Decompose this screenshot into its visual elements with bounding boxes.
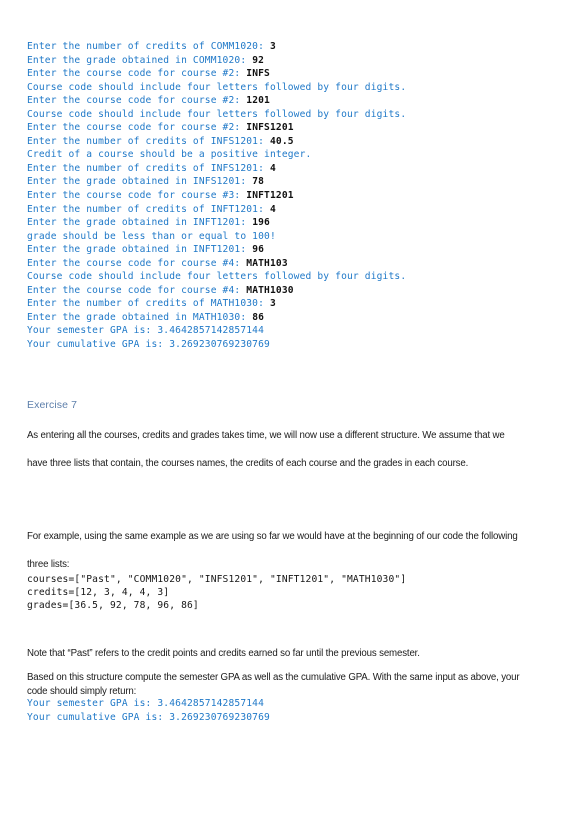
console-prompt-text: Your cumulative GPA is: 3.26923076923076… <box>27 339 270 351</box>
console-prompt-text: Course code should include four letters … <box>27 271 407 283</box>
console-prompt-text: Enter the number of credits of COMM1020: <box>27 41 270 52</box>
console-prompt-text: Your semester GPA is: 3.4642857142857144 <box>27 325 265 337</box>
console-user-input: 96 <box>252 244 265 256</box>
console-prompt-text: Enter the course code for course #3: <box>27 190 247 202</box>
console-user-input: 92 <box>252 54 265 66</box>
console-line: Enter the grade obtained in COMM1020: 92 <box>27 54 547 68</box>
console-user-input: 40.5 <box>269 135 294 147</box>
console-line: grade should be less than or equal to 10… <box>27 230 547 244</box>
console-user-input: 4 <box>269 203 276 215</box>
console-prompt-text: Enter the course code for course #4: <box>27 284 247 296</box>
console-line: Course code should include four letters … <box>27 81 547 95</box>
expected-output-line: Your cumulative GPA is: 3.26923076923076… <box>27 711 270 723</box>
console-user-input: 3 <box>269 41 276 52</box>
console-user-input: INFT1201 <box>246 190 294 202</box>
console-line: Enter the number of credits of INFS1201:… <box>27 162 547 176</box>
console-user-input: MATH1030 <box>246 284 294 296</box>
console-prompt-text: Enter the grade obtained in INFT1201: <box>27 217 253 229</box>
page-title: Exercise 7 <box>27 399 78 411</box>
console-user-input: 196 <box>252 217 270 229</box>
console-prompt-text: Course code should include four letters … <box>27 81 407 93</box>
console-line: Enter the number of credits of INFT1201:… <box>27 203 547 217</box>
console-line: Enter the grade obtained in INFT1201: 19… <box>27 216 547 230</box>
console-line: Enter the number of credits of INFS1201:… <box>27 135 547 149</box>
console-prompt-text: Enter the number of credits of INFS1201: <box>27 162 270 174</box>
exercise-note: Note that “Past” refers to the credit po… <box>27 647 420 659</box>
expected-output-block: Your semester GPA is: 3.4642857142857144… <box>27 697 547 724</box>
console-prompt-text: Enter the grade obtained in COMM1020: <box>27 54 253 66</box>
console-prompt-text: Enter the grade obtained in INFT1201: <box>27 244 253 256</box>
console-user-input: MATH103 <box>246 257 288 269</box>
console-line: Enter the grade obtained in MATH1030: 86 <box>27 311 547 325</box>
console-prompt-text: Enter the number of credits of INFT1201: <box>27 203 270 215</box>
console-line: Enter the course code for course #2: INF… <box>27 121 547 135</box>
source-code-block: courses=["Past", "COMM1020", "INFS1201",… <box>27 573 547 613</box>
console-line: Enter the number of credits of COMM1020:… <box>27 40 547 54</box>
console-line: Your cumulative GPA is: 3.26923076923076… <box>27 338 547 352</box>
console-line: Enter the course code for course #2: INF… <box>27 67 547 81</box>
console-user-input: 3 <box>269 298 276 310</box>
console-prompt-text: Enter the course code for course #2: <box>27 95 247 107</box>
console-transcript-block: Enter the number of credits of COMM1020:… <box>27 40 547 352</box>
console-user-input: 1201 <box>246 95 270 107</box>
console-user-input: 78 <box>252 176 265 188</box>
console-prompt-text: Enter the course code for course #4: <box>27 257 247 269</box>
console-line: Enter the course code for course #3: INF… <box>27 189 547 203</box>
exercise-paragraph-2: For example, using the same example as w… <box>27 530 518 570</box>
console-user-input: INFS1201 <box>246 122 294 134</box>
console-line: Course code should include four letters … <box>27 270 547 284</box>
console-prompt-text: Enter the course code for course #2: <box>27 122 247 134</box>
console-user-input: INFS <box>246 68 270 80</box>
console-prompt-text: Enter the course code for course #2: <box>27 68 247 80</box>
console-line: Credit of a course should be a positive … <box>27 148 547 162</box>
exercise-paragraph-1: As entering all the courses, credits and… <box>27 429 505 469</box>
console-line: Enter the course code for course #4: MAT… <box>27 284 547 298</box>
console-prompt-text: Course code should include four letters … <box>27 108 407 120</box>
console-line: Enter the grade obtained in INFT1201: 96 <box>27 243 547 257</box>
console-prompt-text: Enter the number of credits of MATH1030: <box>27 298 270 310</box>
code-line: courses=["Past", "COMM1020", "INFS1201",… <box>27 574 407 585</box>
document-page: Enter the number of credits of COMM1020:… <box>0 0 576 815</box>
console-line: Enter the course code for course #2: 120… <box>27 94 547 108</box>
console-prompt-text: Enter the grade obtained in INFS1201: <box>27 176 253 188</box>
console-line: Enter the grade obtained in INFS1201: 78 <box>27 175 547 189</box>
code-line: grades=[36.5, 92, 78, 96, 86] <box>27 600 199 612</box>
console-prompt-text: Enter the number of credits of INFS1201: <box>27 135 270 147</box>
console-line: Enter the course code for course #4: MAT… <box>27 257 547 271</box>
console-line: Your semester GPA is: 3.4642857142857144 <box>27 324 547 338</box>
console-line: Course code should include four letters … <box>27 108 547 122</box>
console-prompt-text: Credit of a course should be a positive … <box>27 149 312 161</box>
exercise-instruction: Based on this structure compute the seme… <box>27 671 520 697</box>
console-user-input: 86 <box>252 311 265 323</box>
code-line: credits=[12, 3, 4, 4, 3] <box>27 587 170 599</box>
console-prompt-text: Enter the grade obtained in MATH1030: <box>27 311 253 323</box>
console-prompt-text: grade should be less than or equal to 10… <box>27 230 276 242</box>
console-user-input: 4 <box>269 162 276 174</box>
console-line: Enter the number of credits of MATH1030:… <box>27 297 547 311</box>
expected-output-line: Your semester GPA is: 3.4642857142857144 <box>27 698 265 709</box>
